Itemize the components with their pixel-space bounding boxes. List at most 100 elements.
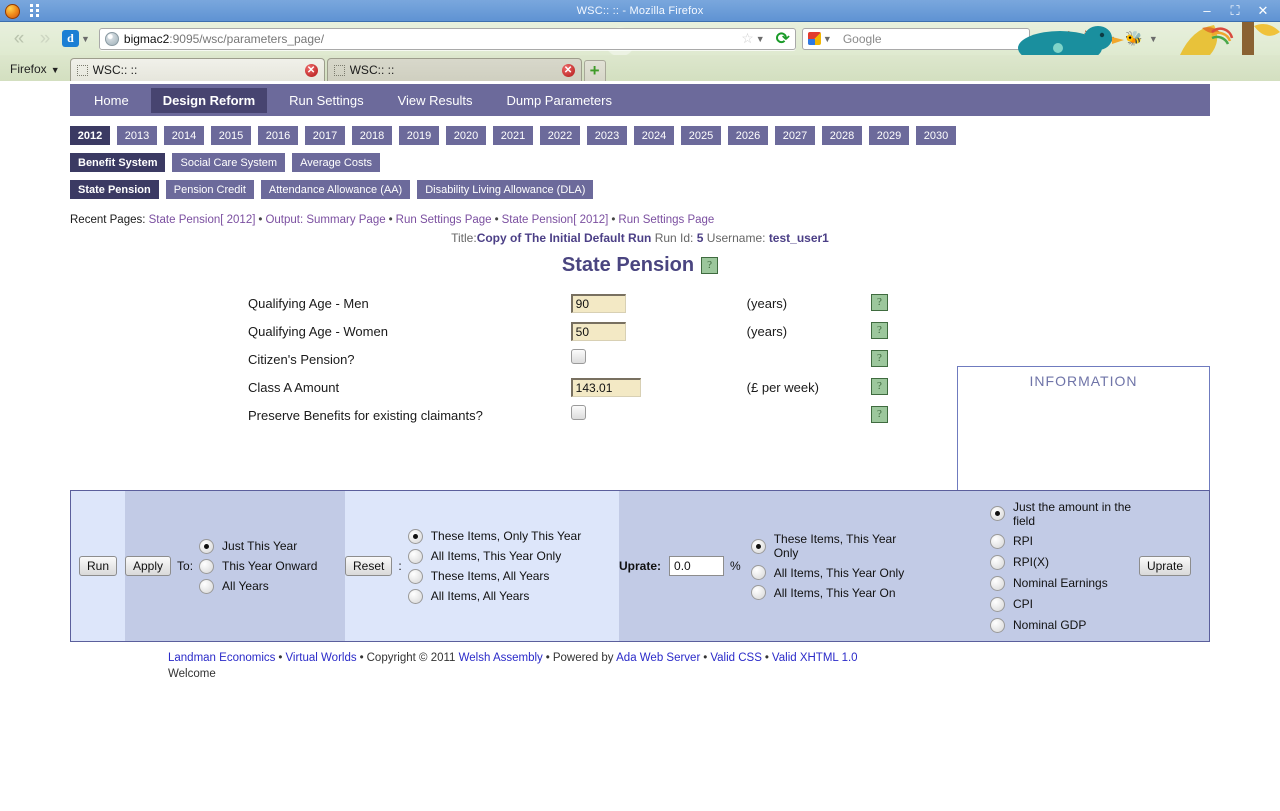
year-tab-2016[interactable]: 2016 xyxy=(258,126,298,145)
uprate-index-nominal-gdp[interactable]: Nominal GDP xyxy=(990,617,1139,633)
checkbox-preserve-benefits[interactable] xyxy=(570,405,586,420)
reset-button[interactable]: Reset xyxy=(345,556,393,576)
uprate-scope-these-items-this-year-only[interactable]: These Items, This Year Only xyxy=(750,532,906,560)
input-class-a-amount[interactable] xyxy=(570,377,641,397)
radio-uprate-cpi[interactable] xyxy=(990,596,1005,612)
tab-2-close-icon[interactable]: ✕ xyxy=(561,63,575,77)
uprate-button[interactable]: Uprate xyxy=(1138,556,1191,576)
year-tab-2029[interactable]: 2029 xyxy=(869,126,909,145)
downloads-button[interactable]: d xyxy=(62,30,79,47)
radio-this-year-onward[interactable] xyxy=(199,558,215,574)
uprate-scope-all-items-this-year-on[interactable]: All Items, This Year On xyxy=(750,585,906,600)
benefit-tab-pension-credit[interactable]: Pension Credit xyxy=(165,180,254,199)
bug-icon[interactable]: 🐝 xyxy=(1124,29,1144,49)
year-tab-2024[interactable]: 2024 xyxy=(634,126,674,145)
uprate-index-nominal-earnings[interactable]: Nominal Earnings xyxy=(990,575,1139,591)
nav-run-settings[interactable]: Run Settings xyxy=(277,88,375,113)
tab-1[interactable]: WSC:: :: ✕ xyxy=(69,58,325,81)
benefit-tab-attendance-allowance[interactable]: Attendance Allowance (AA) xyxy=(260,180,411,199)
footer-link-welsh-assembly[interactable]: Welsh Assembly xyxy=(459,652,543,664)
recent-link-4[interactable]: State Pension[ 2012] xyxy=(502,214,609,226)
tab-2[interactable]: WSC:: :: ✕ xyxy=(326,58,582,81)
footer-link-valid-css[interactable]: Valid CSS xyxy=(710,652,762,664)
year-tab-2012[interactable]: 2012 xyxy=(70,126,110,145)
footer-link-landman-economics[interactable]: Landman Economics xyxy=(168,652,275,664)
nav-view-results[interactable]: View Results xyxy=(386,88,485,113)
recent-link-3[interactable]: Run Settings Page xyxy=(396,214,492,226)
uprate-index-rpi[interactable]: RPI xyxy=(990,533,1139,549)
url-bar[interactable]: bigmac2:9095/wsc/parameters_page/ ☆ ▼ ⟳ xyxy=(98,27,796,50)
radio-uprate-nominal-earnings[interactable] xyxy=(990,575,1005,591)
radio-reset-these-items-only-this-year[interactable] xyxy=(407,528,423,544)
benefit-tab-state-pension[interactable]: State Pension xyxy=(70,180,159,199)
help-icon-qualifying-age-women[interactable]: ? xyxy=(871,322,888,340)
minimize-button[interactable]: – xyxy=(1200,3,1214,18)
radio-uprate-these-items-this-year-only[interactable] xyxy=(750,538,766,554)
year-tab-2015[interactable]: 2015 xyxy=(211,126,251,145)
recent-link-1[interactable]: State Pension[ 2012] xyxy=(149,214,256,226)
year-tab-2017[interactable]: 2017 xyxy=(305,126,345,145)
uprate-scope-all-items-this-year-only[interactable]: All Items, This Year Only xyxy=(750,565,906,580)
reload-icon[interactable]: ⟳ xyxy=(776,29,790,49)
radio-uprate-rpi[interactable] xyxy=(990,533,1005,549)
reset-option-these-items-all-years[interactable]: These Items, All Years xyxy=(407,568,582,584)
radio-uprate-rpix[interactable] xyxy=(990,554,1005,570)
maximize-button[interactable]: ⛶ xyxy=(1228,3,1242,18)
system-tab-benefit-system[interactable]: Benefit System xyxy=(70,153,166,172)
radio-reset-all-items-all-years[interactable] xyxy=(407,588,423,604)
nav-dump-parameters[interactable]: Dump Parameters xyxy=(495,88,624,113)
year-tab-2030[interactable]: 2030 xyxy=(916,126,956,145)
year-tab-2019[interactable]: 2019 xyxy=(399,126,439,145)
apply-option-just-this-year[interactable]: Just This Year xyxy=(199,538,317,554)
page-help-icon[interactable]: ? xyxy=(701,257,719,274)
nav-design-reform[interactable]: Design Reform xyxy=(150,87,268,113)
radio-all-years[interactable] xyxy=(199,578,215,594)
year-tab-2020[interactable]: 2020 xyxy=(446,126,486,145)
nav-home[interactable]: Home xyxy=(82,88,141,113)
benefit-tab-disability-living-allowance[interactable]: Disability Living Allowance (DLA) xyxy=(417,180,594,199)
search-input[interactable]: Google xyxy=(843,32,882,46)
uprate-index-cpi[interactable]: CPI xyxy=(990,596,1139,612)
recent-link-2[interactable]: Output: Summary Page xyxy=(265,214,385,226)
search-chevron-down-icon[interactable]: ▼ xyxy=(823,34,832,44)
footer-link-ada-web-server[interactable]: Ada Web Server xyxy=(616,652,700,664)
reset-option-these-items-only-this-year[interactable]: These Items, Only This Year xyxy=(407,528,581,544)
system-tab-social-care-system[interactable]: Social Care System xyxy=(172,153,286,172)
radio-uprate-just-the-amount[interactable] xyxy=(990,506,1005,521)
footer-link-virtual-worlds[interactable]: Virtual Worlds xyxy=(285,652,356,664)
help-icon-preserve-benefits[interactable]: ? xyxy=(871,406,888,424)
binoculars-icon[interactable]: 👓 xyxy=(1036,29,1056,49)
run-button[interactable]: Run xyxy=(78,556,117,576)
chevron-down-icon[interactable]: ▼ xyxy=(81,34,90,44)
apply-option-this-year-onward[interactable]: This Year Onward xyxy=(199,558,317,574)
bookmarks-icon[interactable]: 🔖 xyxy=(1082,29,1102,49)
reset-option-all-items-this-year-only[interactable]: All Items, This Year Only xyxy=(407,548,582,564)
apply-option-all-years[interactable]: All Years xyxy=(199,578,317,594)
year-tab-2013[interactable]: 2013 xyxy=(117,126,157,145)
radio-uprate-nominal-gdp[interactable] xyxy=(990,617,1005,633)
uprate-input[interactable] xyxy=(669,556,725,576)
search-bar[interactable]: ▼ Google xyxy=(801,27,1030,50)
input-qualifying-age-men[interactable] xyxy=(570,293,626,313)
close-button[interactable]: ✕ xyxy=(1256,3,1270,18)
bookmark-star-icon[interactable]: ☆ xyxy=(741,30,754,47)
radio-just-this-year[interactable] xyxy=(199,538,215,554)
input-qualifying-age-women[interactable] xyxy=(570,321,626,341)
bug-chevron-down-icon[interactable]: ▼ xyxy=(1149,34,1158,44)
year-tab-2025[interactable]: 2025 xyxy=(681,126,721,145)
forward-icon[interactable]: » xyxy=(32,27,58,51)
help-icon-qualifying-age-men[interactable]: ? xyxy=(871,294,888,312)
new-tab-button[interactable]: + xyxy=(583,60,606,81)
radio-uprate-all-items-this-year-only[interactable] xyxy=(750,565,766,580)
recent-link-5[interactable]: Run Settings Page xyxy=(618,214,714,226)
footer-link-valid-xhtml[interactable]: Valid XHTML 1.0 xyxy=(772,652,858,664)
year-tab-2021[interactable]: 2021 xyxy=(493,126,533,145)
year-tab-2026[interactable]: 2026 xyxy=(728,126,768,145)
url-chevron-down-icon[interactable]: ▼ xyxy=(756,34,765,44)
year-tab-2022[interactable]: 2022 xyxy=(540,126,580,145)
year-tab-2028[interactable]: 2028 xyxy=(822,126,862,145)
year-tab-2018[interactable]: 2018 xyxy=(352,126,392,145)
uprate-index-rpix[interactable]: RPI(X) xyxy=(990,554,1139,570)
firefox-menu-button[interactable]: Firefox ▼ xyxy=(4,62,70,81)
radio-uprate-all-items-this-year-on[interactable] xyxy=(750,585,766,600)
